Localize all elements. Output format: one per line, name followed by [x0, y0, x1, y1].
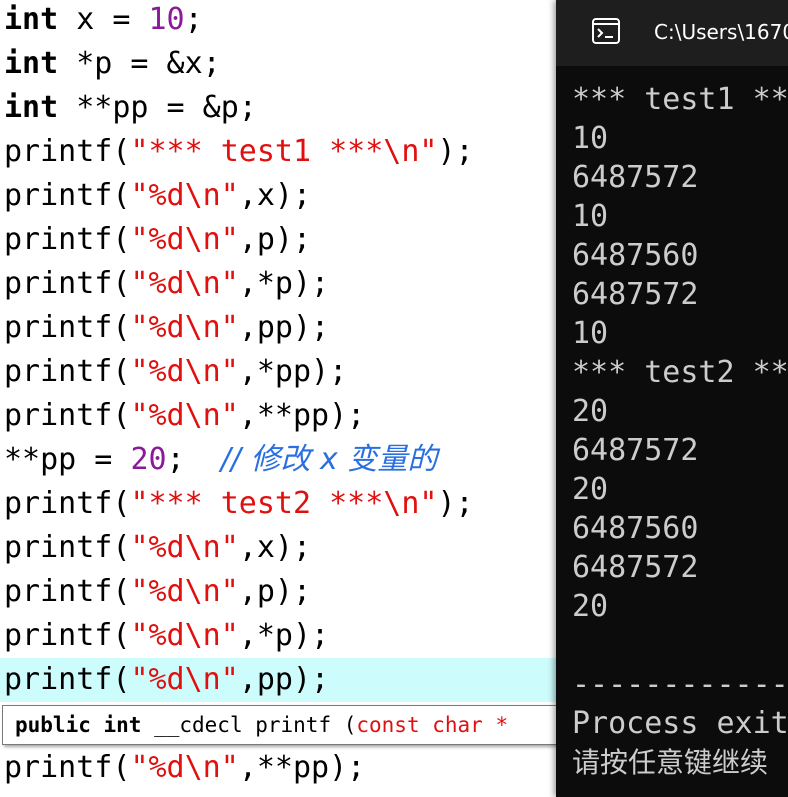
code-line[interactable]: printf("*** test1 ***\n");: [4, 130, 474, 174]
code-token: ,pp);: [238, 310, 330, 345]
code-token: "%d\n": [130, 574, 239, 609]
code-token: int: [4, 46, 59, 81]
code-token: printf(: [4, 354, 131, 389]
code-token: // 修改 x 变量的: [220, 442, 438, 477]
console-window[interactable]: C:\Users\1670 *** test1 *** 10 6487572 10 64…: [556, 0, 788, 797]
code-line[interactable]: printf("%d\n",*p);: [4, 614, 329, 658]
code-line[interactable]: printf("*** test2 ***\n");: [4, 482, 474, 526]
code-token: printf(: [4, 266, 131, 301]
code-token: "%d\n": [130, 354, 239, 389]
code-line[interactable]: int *p = &x;: [4, 42, 221, 86]
code-token: int: [4, 90, 59, 125]
code-token: x =: [58, 2, 149, 37]
code-token: printf(: [4, 618, 131, 653]
code-token: "%d\n": [130, 398, 239, 433]
code-token: ,*p);: [238, 266, 330, 301]
code-token: ;: [184, 2, 203, 37]
console-output-line: Process exited: [572, 706, 788, 741]
code-token: "%d\n": [130, 310, 239, 345]
code-token: ,p);: [238, 222, 312, 257]
tooltip-token: const char *: [356, 713, 509, 737]
code-token: int: [4, 2, 59, 37]
code-token: ,x);: [238, 178, 312, 213]
code-token: ,**pp);: [238, 398, 366, 433]
console-output-line: *** test1 ***: [572, 82, 788, 117]
console-output-line: 20: [572, 589, 609, 624]
console-output-line: 20: [572, 394, 609, 429]
code-token: "*** test1 ***\n": [130, 134, 438, 169]
tooltip-token: public int: [15, 713, 142, 737]
code-line[interactable]: printf("%d\n",x);: [4, 174, 311, 218]
code-line[interactable]: printf("%d\n",**pp);: [4, 746, 365, 790]
console-output-line: 6487572: [572, 277, 699, 312]
code-line[interactable]: printf("%d\n",pp);: [4, 658, 329, 702]
console-tab[interactable]: C:\Users\1670: [570, 0, 788, 66]
code-token: printf(: [4, 310, 131, 345]
code-token: ;: [166, 442, 221, 477]
code-token: "%d\n": [130, 178, 239, 213]
console-output-line: 6487572: [572, 160, 699, 195]
code-token: "%d\n": [130, 618, 239, 653]
code-line[interactable]: printf("%d\n",pp);: [4, 306, 329, 350]
code-token: "%d\n": [130, 662, 239, 697]
code-token: ,p);: [238, 574, 312, 609]
code-editor[interactable]: int x = 10; int *p = &x; int **pp = &p; pri…: [0, 0, 560, 797]
code-token: "%d\n": [130, 750, 239, 785]
function-signature-tooltip: public int __cdecl printf (const char *: [2, 705, 560, 745]
console-output-line: 20: [572, 472, 609, 507]
code-token: **pp = &p;: [58, 90, 257, 125]
code-line[interactable]: printf("%d\n",*p);: [4, 262, 329, 306]
code-token: "*** test2 ***\n": [130, 486, 438, 521]
code-line[interactable]: printf("%d\n",x);: [4, 526, 311, 570]
code-token: printf(: [4, 530, 131, 565]
code-token: *p = &x;: [58, 46, 221, 81]
console-title: C:\Users\1670: [654, 20, 788, 44]
console-output-line: 10: [572, 121, 609, 156]
console-output-line: 请按任意键继续: [572, 746, 769, 779]
code-token: ,*p);: [238, 618, 330, 653]
code-token: **pp =: [4, 442, 131, 477]
code-token: printf(: [4, 750, 131, 785]
code-token: printf(: [4, 178, 131, 213]
console-output-line: --------------------------------: [572, 667, 788, 702]
code-token: );: [437, 486, 474, 521]
code-token: ,*pp);: [238, 354, 348, 389]
code-token: 10: [148, 2, 185, 37]
console-output-line: 6487572: [572, 433, 699, 468]
code-token: 20: [130, 442, 167, 477]
console-titlebar: C:\Users\1670: [556, 0, 788, 66]
code-token: printf(: [4, 486, 131, 521]
code-token: printf(: [4, 662, 131, 697]
code-line[interactable]: int **pp = &p;: [4, 86, 257, 130]
tooltip-token: __cdecl printf (: [141, 713, 357, 737]
console-output-line: 10: [572, 316, 609, 351]
code-token: "%d\n": [130, 222, 239, 257]
code-line[interactable]: printf("%d\n",*pp);: [4, 350, 347, 394]
code-token: printf(: [4, 574, 131, 609]
console-output-line: 6487572: [572, 550, 699, 585]
code-line[interactable]: printf("%d\n",**pp);: [4, 394, 365, 438]
code-token: ,x);: [238, 530, 312, 565]
code-line[interactable]: **pp = 20; // 修改 x 变量的: [4, 438, 437, 482]
code-token: printf(: [4, 222, 131, 257]
console-output-line: 6487560: [572, 511, 699, 546]
code-token: "%d\n": [130, 530, 239, 565]
code-token: ,**pp);: [238, 750, 366, 785]
code-line[interactable]: printf("%d\n",p);: [4, 218, 311, 262]
code-line[interactable]: int x = 10;: [4, 0, 203, 42]
code-token: printf(: [4, 398, 131, 433]
code-token: "%d\n": [130, 266, 239, 301]
console-output-line: 10: [572, 199, 609, 234]
code-token: );: [437, 134, 474, 169]
code-line[interactable]: printf("%d\n",p);: [4, 570, 311, 614]
code-token: printf(: [4, 134, 131, 169]
terminal-icon: [592, 18, 620, 44]
code-token: ,pp);: [238, 662, 330, 697]
console-output-line: *** test2 ***: [572, 355, 788, 390]
console-output-line: 6487560: [572, 238, 699, 273]
